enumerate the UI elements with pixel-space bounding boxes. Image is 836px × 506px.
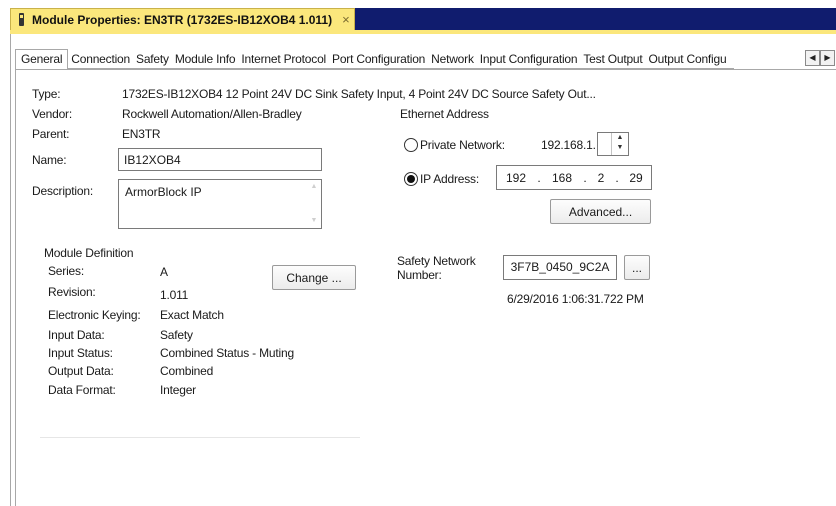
parent-label: Parent: [32, 127, 70, 141]
tab-network[interactable]: Network [428, 51, 477, 69]
ip-dot: . [583, 170, 587, 185]
scroll-up-icon[interactable]: ▲ [309, 182, 319, 192]
tab-scroll-right-icon[interactable]: ▶ [820, 50, 835, 66]
name-label: Name: [32, 153, 67, 167]
tab-strip-border [15, 69, 836, 70]
module-properties-tab[interactable]: Module Properties: EN3TR (1732ES-IB12XOB… [10, 8, 355, 30]
spin-up-icon[interactable]: ▲ [612, 133, 628, 143]
safety-network-label-line1: Safety Network [397, 254, 476, 268]
data-format-label: Data Format: [48, 383, 116, 397]
ip-octet-4[interactable]: 29 [621, 171, 651, 185]
octet-spin-control[interactable]: ▲ ▼ [611, 133, 628, 155]
private-network-value: 192.168.1. [541, 138, 596, 152]
ip-dot: . [537, 170, 541, 185]
safety-network-browse-button[interactable]: ... [624, 255, 650, 280]
electronic-keying-label: Electronic Keying: [48, 308, 141, 322]
scroll-down-icon[interactable]: ▼ [309, 216, 319, 226]
ip-dot: . [615, 170, 619, 185]
safety-network-number-field[interactable]: 3F7B_0450_9C2A [503, 255, 617, 280]
tab-input-configuration[interactable]: Input Configuration [476, 51, 581, 69]
tab-connection[interactable]: Connection [68, 51, 134, 69]
tab-internet-protocol[interactable]: Internet Protocol [238, 51, 330, 69]
tab-bar-background [355, 8, 836, 30]
safety-network-timestamp: 6/29/2016 1:06:31.722 PM [507, 292, 644, 306]
tab-port-configuration[interactable]: Port Configuration [329, 51, 429, 69]
ip-octet-3[interactable]: 2 [589, 171, 613, 185]
safety-network-label-line2: Number: [397, 268, 442, 282]
revision-label: Revision: [48, 285, 96, 299]
module-definition-heading: Module Definition [44, 246, 134, 260]
close-icon[interactable]: × [342, 13, 350, 26]
revision-value: 1.011 [160, 288, 189, 302]
tab-general[interactable]: General [15, 49, 69, 70]
electronic-keying-value: Exact Match [160, 308, 224, 322]
description-label: Description: [32, 184, 93, 198]
data-format-value: Integer [160, 383, 196, 397]
advanced-button[interactable]: Advanced... [550, 199, 651, 224]
spin-down-icon[interactable]: ▼ [612, 143, 628, 153]
tab-safety[interactable]: Safety [133, 51, 172, 69]
input-status-label: Input Status: [48, 346, 113, 360]
property-tabs: General Connection Safety Module Info In… [15, 49, 805, 70]
private-network-label[interactable]: Private Network: [420, 138, 505, 152]
output-data-value: Combined [160, 364, 214, 378]
private-network-radio[interactable] [404, 138, 418, 152]
panel-left-border [15, 69, 16, 506]
ip-octet-2[interactable]: 168 [543, 171, 581, 185]
vendor-value: Rockwell Automation/Allen-Bradley [122, 107, 302, 121]
faint-divider [40, 437, 360, 438]
tab-output-configuration[interactable]: Output Configu [645, 51, 734, 69]
description-scrollbar[interactable]: ▲ ▼ [309, 182, 319, 226]
ip-address-label[interactable]: IP Address: [420, 172, 479, 186]
name-input[interactable] [118, 148, 322, 171]
tab-scroll-left-icon[interactable]: ◀ [805, 50, 820, 66]
private-network-octet-input[interactable]: ▲ ▼ [597, 132, 629, 156]
change-button[interactable]: Change ... [272, 265, 356, 290]
ethernet-address-heading: Ethernet Address [400, 107, 489, 121]
type-label: Type: [32, 87, 61, 101]
vendor-label: Vendor: [32, 107, 72, 121]
output-data-label: Output Data: [48, 364, 114, 378]
description-textarea[interactable]: ArmorBlock IP ▲ ▼ [118, 179, 322, 229]
tab-test-output[interactable]: Test Output [580, 51, 646, 69]
series-value: A [160, 265, 168, 279]
series-label: Series: [48, 264, 84, 278]
ip-octet-1[interactable]: 192 [497, 171, 535, 185]
tab-module-info[interactable]: Module Info [171, 51, 239, 69]
type-value: 1732ES-IB12XOB4 12 Point 24V DC Sink Saf… [122, 87, 596, 101]
ip-address-input[interactable]: 192 . 168 . 2 . 29 [496, 165, 652, 190]
ip-address-radio[interactable] [404, 172, 418, 186]
input-data-value: Safety [160, 328, 193, 342]
module-icon [17, 13, 26, 26]
description-value: ArmorBlock IP [125, 185, 202, 199]
input-data-label: Input Data: [48, 328, 105, 342]
parent-value: EN3TR [122, 127, 161, 141]
input-status-value: Combined Status - Muting [160, 346, 294, 360]
window-title: Module Properties: EN3TR (1732ES-IB12XOB… [32, 12, 333, 27]
